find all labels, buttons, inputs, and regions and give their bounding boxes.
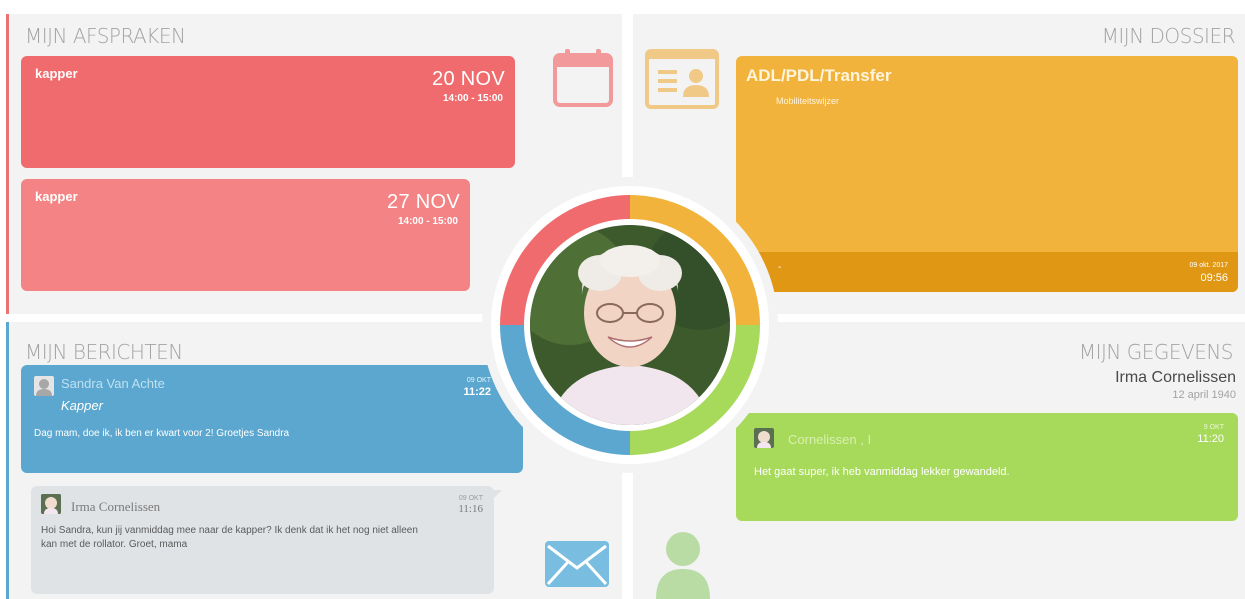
message-card[interactable]: Irma Cornelissen 09 OKT 11:16 Hoi Sandra… (31, 486, 494, 594)
dossier-card-footer: - 09 okt. 2017 09:56 (736, 252, 1238, 292)
appointment-card[interactable]: kapper 27 NOV 14:00 - 15:00 (21, 179, 470, 291)
dossier-footer-date: 09 okt. 2017 (1189, 262, 1228, 269)
appointment-date: 27 NOV (387, 191, 460, 213)
message-subject: Kapper (61, 398, 103, 413)
dossier-card[interactable]: ADL/PDL/Transfer Mobiliteitswijzer - 09 … (736, 56, 1238, 292)
profile-birthdate: 12 april 1940 (1172, 389, 1236, 401)
message-time: 11:16 (458, 503, 483, 515)
afspraken-title: MIJN AFSPRAKEN (25, 24, 186, 48)
message-date: 09 OKT (458, 495, 483, 502)
speech-tail (494, 490, 502, 498)
envelope-icon[interactable] (544, 540, 610, 593)
message-body: Dag mam, doe ik, ik ben er kwart voor 2!… (34, 428, 290, 439)
profile-photo[interactable] (530, 225, 730, 425)
appointment-card[interactable]: kapper 20 NOV 14:00 - 15:00 (21, 56, 515, 168)
calendar-icon[interactable] (552, 47, 614, 114)
message-card[interactable]: Sandra Van Achte Kapper 09 OKT 11:22 Dag… (21, 365, 523, 473)
appointment-name: kapper (35, 189, 78, 204)
gegevens-title: MIJN GEGEVENS (1078, 340, 1234, 364)
avatar (34, 376, 54, 396)
message-sender: Sandra Van Achte (61, 376, 165, 391)
message-body-line: Hoi Sandra, kun jij vanmiddag mee naar d… (41, 525, 418, 536)
message-sender: Cornelissen , I (788, 432, 872, 447)
appointment-time: 14:00 - 15:00 (442, 93, 503, 104)
dossier-card-title: ADL/PDL/Transfer (746, 66, 892, 85)
appointment-time: 14:00 - 15:00 (397, 216, 458, 227)
dossier-footer-time: 09:56 (1200, 272, 1228, 284)
id-card-icon[interactable] (645, 49, 719, 114)
profile-ring (482, 177, 778, 473)
message-body-line: kan met de rollator. Groet, mama (41, 539, 188, 550)
message-date: 9 OKT (1203, 424, 1224, 431)
message-sender: Irma Cornelissen (71, 499, 161, 514)
message-body: Het gaat super, ik heb vanmiddag lekker … (754, 466, 1010, 478)
person-icon[interactable] (653, 529, 713, 599)
dossier-footer-left: - (778, 262, 782, 273)
appointment-name: kapper (35, 66, 78, 81)
appointment-date: 20 NOV (432, 68, 505, 90)
dossier-card-subtitle: Mobiliteitswijzer (776, 96, 840, 106)
profile-name: Irma Cornelissen (1115, 369, 1236, 386)
message-time: 11:20 (1197, 433, 1224, 445)
avatar (41, 494, 61, 514)
berichten-title: MIJN BERICHTEN (25, 340, 183, 364)
dossier-title: MIJN DOSSIER (1101, 24, 1236, 48)
message-card[interactable]: Cornelissen , I 9 OKT 11:20 Het gaat sup… (736, 413, 1238, 521)
